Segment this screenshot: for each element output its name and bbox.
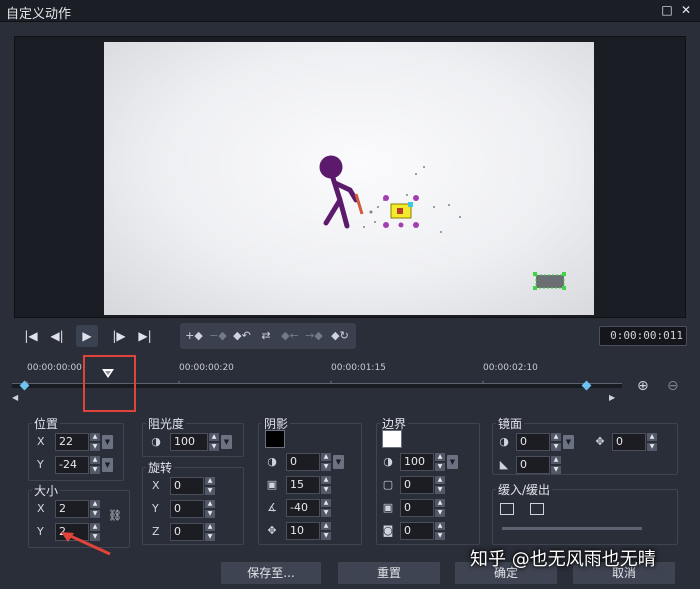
link-icon[interactable]: ⛓ [108, 510, 122, 522]
maximize-button[interactable]: □ [660, 3, 674, 17]
ease-out-icon[interactable] [530, 503, 544, 515]
annotation-arrow [61, 532, 111, 556]
rotation-z-field[interactable]: 0 ▲ ▼ [170, 523, 215, 541]
shadow-distance-field[interactable]: 10 ▲ ▼ [286, 522, 331, 540]
watermark: 知乎 @也无风雨也无晴 [470, 549, 656, 570]
axis-label: Y [37, 458, 44, 471]
remove-keyframe-icon[interactable]: −◆ [207, 325, 229, 347]
zoom-out-icon[interactable]: ⊖ [667, 378, 683, 394]
mirror-fade-field[interactable]: 0 ▲ ▼ [516, 456, 561, 474]
time-label: 00:00:00:20 [179, 363, 234, 373]
size-x-field[interactable]: 2 ▲ ▼ [55, 500, 100, 518]
title-bar: 自定义动作 □ ✕ [0, 0, 700, 22]
opacity-field[interactable]: 100 ▲ ▼ ▼ [170, 433, 232, 451]
position-label: 位置 [32, 415, 61, 432]
zoom-in-icon[interactable]: ⊕ [637, 378, 653, 394]
border-width-field[interactable]: 0 ▲ ▼ [400, 499, 445, 517]
shadow-opacity-field[interactable]: 0 ▲ ▼ ▼ [286, 453, 344, 471]
ease-in-icon[interactable] [500, 503, 514, 515]
window-title: 自定义动作 [6, 7, 72, 22]
axis-label: Y [37, 525, 44, 538]
mirror-label: 镜面 [496, 415, 525, 432]
opacity-label: 阻光度 [146, 415, 187, 432]
copy-keyframe-icon[interactable]: ◆↻ [329, 325, 351, 347]
selected-object [383, 195, 419, 228]
stick-figure [319, 155, 359, 229]
axis-label: Z [152, 525, 160, 538]
shadow-blur-icon: ▣ [266, 478, 278, 491]
mirror-distance-field[interactable]: 0 ▲ ▼ [612, 433, 657, 451]
border-width-icon: ▣ [382, 501, 394, 514]
move-left-icon[interactable]: ◆← [279, 325, 301, 347]
wand [354, 193, 364, 215]
preview-canvas[interactable] [104, 42, 594, 315]
size-label: 大小 [32, 482, 61, 499]
ease-label: 缓入/缓出 [496, 481, 553, 498]
previous-frame-icon[interactable]: ◀| [46, 325, 68, 347]
axis-label: Y [152, 502, 159, 515]
time-label: 00:00:01:15 [331, 363, 386, 373]
mirror-fade-icon: ◣ [499, 458, 509, 471]
shadow-angle-icon: ∡ [267, 501, 277, 514]
particles [363, 166, 461, 233]
border-opacity-icon: ◑ [383, 455, 393, 468]
go-to-end-icon[interactable]: ▶| [134, 325, 156, 347]
rotation-x-field[interactable]: 0 ▲ ▼ [170, 477, 215, 495]
reset-button[interactable]: 重置 [337, 561, 441, 585]
border-blur-icon: ◙ [382, 524, 394, 537]
shadow-distance-icon: ✥ [267, 524, 277, 537]
position-x-field[interactable]: 22 ▲ ▼ ▼ [55, 433, 113, 451]
scroll-left-icon[interactable]: ◀ [12, 393, 18, 402]
next-frame-icon[interactable]: |▶ [108, 325, 130, 347]
save-to-button[interactable]: 保存至... [220, 561, 322, 585]
end-object [533, 272, 566, 290]
move-right-icon[interactable]: →◆ [303, 325, 325, 347]
mirror-opacity-icon: ◑ [499, 435, 509, 448]
shadow-angle-field[interactable]: -40 ▲ ▼ [286, 499, 331, 517]
scroll-right-icon[interactable]: ▶ [609, 393, 615, 402]
timecode-display[interactable]: 0:00:00:011 [599, 326, 687, 346]
axis-label: X [152, 479, 160, 492]
mirror-opacity-field[interactable]: 0 ▲ ▼ ▼ [516, 433, 574, 451]
axis-label: X [37, 435, 45, 448]
shadow-blur-field[interactable]: 15 ▲ ▼ [286, 476, 331, 494]
position-y-field[interactable]: -24 ▲ ▼ ▼ [55, 456, 113, 474]
opacity-icon: ◑ [151, 435, 161, 448]
close-button[interactable]: ✕ [679, 3, 693, 17]
play-icon[interactable]: ▶ [76, 325, 98, 347]
mirror-distance-icon: ✥ [595, 435, 605, 448]
keyframe-edit-group: +◆ −◆ ◆↶ ⇄ ◆← →◆ ◆↻ [180, 323, 356, 349]
shadow-opacity-icon: ◑ [267, 455, 277, 468]
swap-icon[interactable]: ⇄ [255, 325, 277, 347]
axis-label: X [37, 502, 45, 515]
rotation-y-field[interactable]: 0 ▲ ▼ [170, 500, 215, 518]
ease-slider[interactable] [502, 527, 642, 530]
annotation-highlight-box [83, 355, 136, 412]
go-to-start-icon[interactable]: |◀ [20, 325, 42, 347]
rotation-label: 旋转 [146, 459, 175, 476]
border-corner-field[interactable]: 0 ▲ ▼ [400, 476, 445, 494]
border-corner-icon: ▢ [382, 478, 394, 491]
border-opacity-field[interactable]: 100 ▲ ▼ ▼ [400, 453, 458, 471]
time-label: 00:00:02:10 [483, 363, 538, 373]
add-keyframe-icon[interactable]: +◆ [183, 325, 205, 347]
shadow-color-swatch[interactable] [265, 430, 285, 448]
border-blur-field[interactable]: 0 ▲ ▼ [400, 522, 445, 540]
scene-artwork [319, 155, 566, 290]
reverse-keyframe-icon[interactable]: ◆↶ [231, 325, 253, 347]
time-label: 00:00:00:00 [27, 363, 82, 373]
border-color-swatch[interactable] [382, 430, 402, 448]
transport-bar: |◀ ◀| ▶ |▶ ▶| +◆ −◆ ◆↶ ⇄ ◆← →◆ ◆↻ 0:00:0… [14, 322, 687, 352]
